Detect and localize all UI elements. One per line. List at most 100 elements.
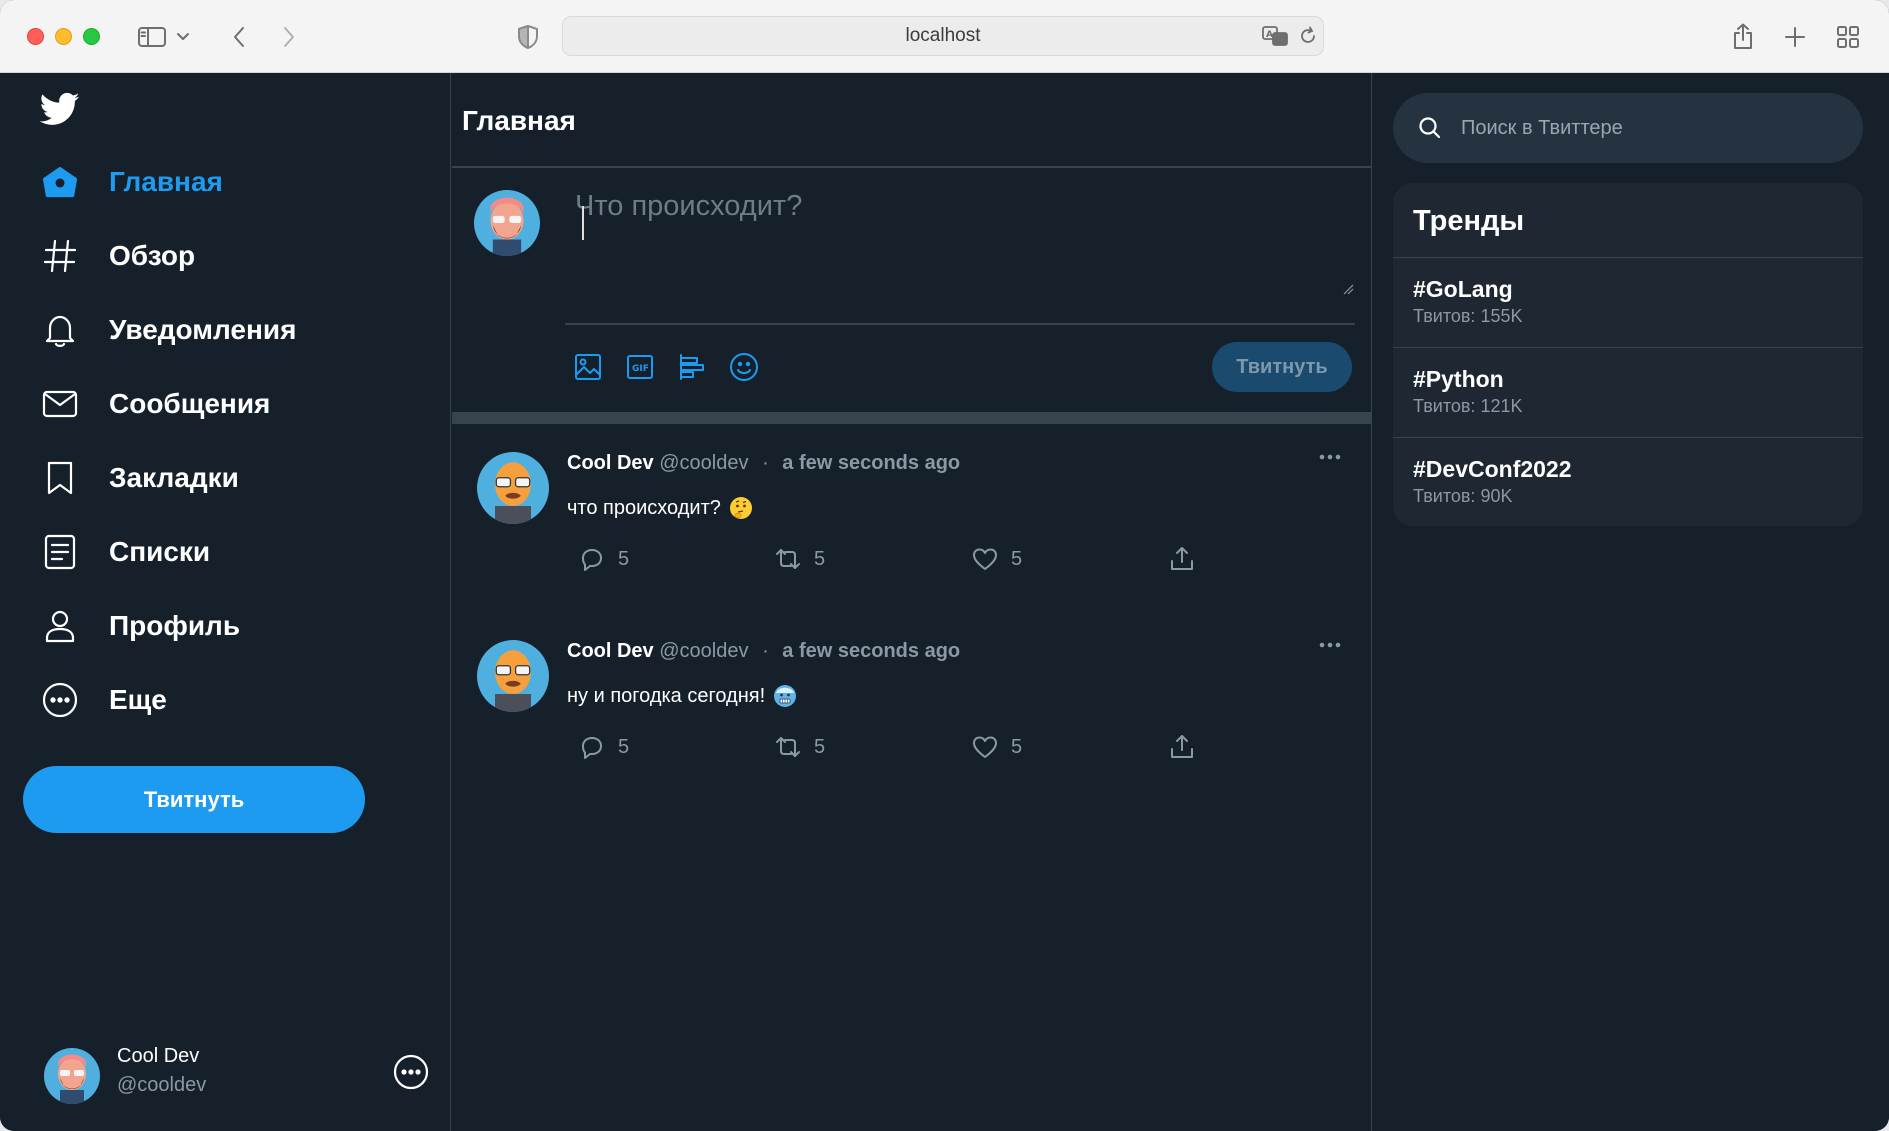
- sidebar-item-lists[interactable]: Списки: [40, 527, 210, 577]
- image-icon[interactable]: [572, 351, 604, 383]
- more-options-icon[interactable]: [1316, 450, 1344, 462]
- share-icon[interactable]: [1726, 20, 1760, 54]
- minimize-window-button[interactable]: [55, 28, 72, 45]
- tweet-text: что происходит?: [567, 496, 753, 520]
- tweet-composer: GIF Твитнуть: [452, 170, 1372, 412]
- feed-separator: [452, 412, 1372, 424]
- bookmark-icon: [47, 461, 73, 495]
- chevron-down-icon[interactable]: [173, 20, 193, 54]
- sidebar-item-home[interactable]: Главная: [40, 157, 223, 207]
- sidebar-item-messages[interactable]: Сообщения: [40, 379, 270, 429]
- tweet-text: ну и погодка сегодня!: [567, 684, 797, 708]
- avatar: [44, 1048, 100, 1104]
- search-box[interactable]: [1393, 93, 1863, 163]
- heart-icon: [973, 548, 997, 570]
- tweet-timestamp[interactable]: a few seconds ago: [782, 452, 960, 474]
- tweet-author-handle[interactable]: @cooldev: [659, 452, 748, 474]
- like-action[interactable]: 5: [971, 732, 1022, 762]
- twitter-logo-icon[interactable]: [38, 89, 82, 129]
- like-action[interactable]: 5: [971, 544, 1022, 574]
- retweet-action[interactable]: 5: [774, 544, 825, 574]
- tweet-text-content: что происходит?: [567, 496, 721, 519]
- more-circle-icon: [42, 682, 78, 718]
- bell-icon: [45, 315, 75, 347]
- sidebar-item-label: Еще: [109, 684, 167, 715]
- sidebar-item-label: Списки: [109, 536, 211, 567]
- new-tab-icon[interactable]: [1778, 20, 1812, 54]
- retweet-action[interactable]: 5: [774, 732, 825, 762]
- tab-overview-icon[interactable]: [1831, 20, 1865, 54]
- trend-count: Твитов: 121K: [1413, 396, 1523, 416]
- sidebar-item-notifications[interactable]: Уведомления: [40, 305, 296, 355]
- avatar[interactable]: [477, 452, 549, 524]
- share-tweet-action[interactable]: [1168, 544, 1196, 574]
- emoji-icon[interactable]: [728, 351, 760, 383]
- reply-action[interactable]: 5: [578, 732, 629, 762]
- text-cursor: [582, 206, 584, 240]
- heart-icon: [973, 736, 997, 758]
- account-name: Cool Dev: [117, 1045, 200, 1067]
- tweet-timestamp[interactable]: a few seconds ago: [782, 640, 960, 662]
- reply-icon: [582, 737, 602, 759]
- svg-text:GIF: GIF: [632, 364, 649, 374]
- trend-count: Твитов: 90K: [1413, 486, 1513, 506]
- address-bar-url: localhost: [905, 25, 981, 46]
- composer-tweet-button[interactable]: Твитнуть: [1212, 342, 1352, 392]
- tweet-author-handle[interactable]: @cooldev: [659, 640, 748, 662]
- reload-icon[interactable]: [1298, 26, 1318, 52]
- retweet-icon: [776, 549, 800, 569]
- account-more-icon[interactable]: [393, 1054, 429, 1090]
- page-title: Главная: [462, 105, 576, 136]
- separator-dot: ·: [762, 640, 769, 662]
- address-bar[interactable]: localhost A: [562, 16, 1324, 56]
- avatar: [474, 190, 540, 256]
- sidebar-item-bookmarks[interactable]: Закладки: [40, 453, 239, 503]
- cold-face-emoji: [773, 684, 797, 708]
- tweet-author-name[interactable]: Cool Dev: [567, 640, 654, 662]
- search-icon: [1419, 117, 1441, 139]
- sidebar-tweet-button[interactable]: Твитнуть: [23, 766, 365, 833]
- forward-arrow-icon[interactable]: [272, 20, 306, 54]
- back-arrow-icon[interactable]: [222, 20, 256, 54]
- sidebar-item-explore[interactable]: Обзор: [40, 231, 195, 281]
- more-options-icon[interactable]: [1316, 638, 1344, 650]
- poll-icon[interactable]: [676, 351, 708, 383]
- sidebar-item-more[interactable]: Еще: [40, 675, 167, 725]
- reply-icon: [582, 549, 602, 571]
- share-tweet-action[interactable]: [1168, 732, 1196, 762]
- sidebar-item-label: Обзор: [109, 240, 196, 271]
- reply-action[interactable]: 5: [578, 544, 629, 574]
- account-switcher[interactable]: Cool Dev @cooldev: [44, 1038, 434, 1108]
- translate-icon[interactable]: A: [1261, 24, 1289, 54]
- resize-handle-icon[interactable]: [1342, 282, 1354, 300]
- trend-tag: #DevConf2022: [1413, 456, 1572, 482]
- close-window-button[interactable]: [27, 28, 44, 45]
- like-count: 5: [1011, 547, 1023, 570]
- tweet-input[interactable]: [575, 190, 1355, 272]
- zoom-window-button[interactable]: [83, 28, 100, 45]
- sidebar-item-label: Сообщения: [109, 388, 271, 419]
- trend-item[interactable]: #DevConf2022 Твитов: 90K: [1393, 437, 1863, 526]
- hashtag-icon: [43, 239, 77, 273]
- gif-icon[interactable]: GIF: [624, 351, 656, 383]
- sidebar-toggle-icon[interactable]: [135, 20, 169, 54]
- trend-tag: #GoLang: [1413, 276, 1513, 302]
- trend-item[interactable]: #GoLang Твитов: 155K: [1393, 257, 1863, 347]
- retweet-icon: [776, 737, 800, 757]
- search-input[interactable]: [1461, 116, 1841, 140]
- separator-dot: ·: [762, 452, 769, 474]
- reply-count: 5: [618, 735, 630, 758]
- tweet[interactable]: Cool Dev @cooldev · a few seconds ago чт…: [452, 424, 1372, 612]
- sidebar-item-profile[interactable]: Профиль: [40, 601, 240, 651]
- composer-divider: [565, 323, 1355, 325]
- trends-title: Тренды: [1413, 205, 1525, 237]
- avatar[interactable]: [477, 640, 549, 712]
- sidebar-item-label: Главная: [109, 166, 223, 197]
- trend-item[interactable]: #Python Твитов: 121K: [1393, 347, 1863, 437]
- mail-icon: [42, 390, 78, 418]
- sidebar-item-label: Закладки: [109, 462, 239, 493]
- tweet-author-name[interactable]: Cool Dev: [567, 452, 654, 474]
- privacy-shield-icon[interactable]: [511, 20, 545, 54]
- trend-tag: #Python: [1413, 366, 1504, 392]
- tweet[interactable]: Cool Dev @cooldev · a few seconds ago ну…: [452, 612, 1372, 800]
